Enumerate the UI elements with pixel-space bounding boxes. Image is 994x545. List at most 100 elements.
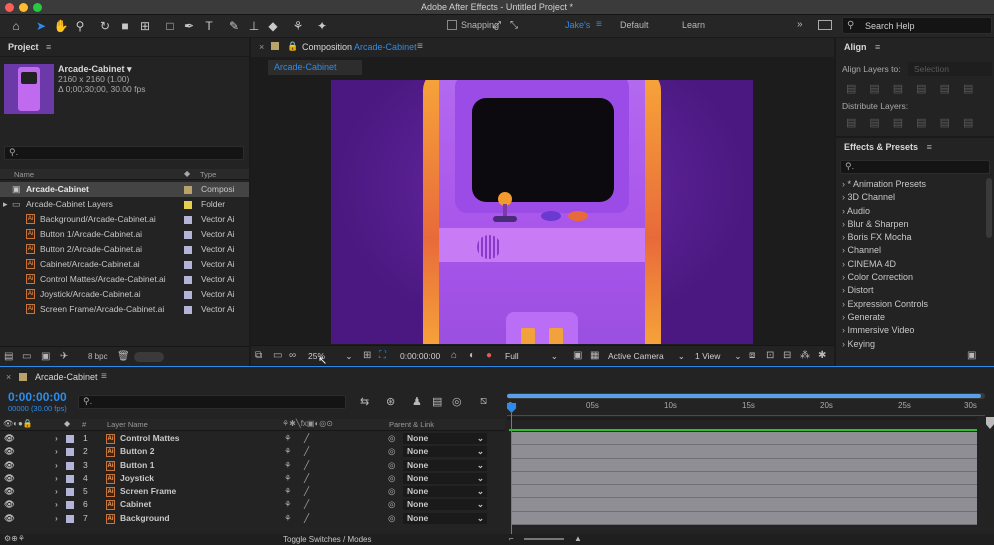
pick-whip-icon[interactable]: ◎	[388, 445, 395, 458]
effects-category[interactable]: › Boris FX Mocha	[836, 231, 986, 244]
effects-category[interactable]: › Color Correction	[836, 271, 986, 284]
shy-switch-icon[interactable]: ⚘	[284, 485, 292, 498]
shy-switch-icon[interactable]: ⚘	[284, 472, 292, 485]
layer-label-swatch[interactable]	[66, 488, 74, 497]
project-item-composition[interactable]: ▣ Arcade-Cabinet Composi	[0, 182, 249, 197]
parent-dropdown[interactable]: None ⌄	[403, 459, 487, 471]
expand-layer-switches-icon[interactable]: ⚙⊕⚘	[4, 534, 25, 543]
shy-switch-icon[interactable]: ⚘	[284, 459, 292, 472]
layer-name[interactable]: Cabinet	[120, 498, 151, 511]
motion-blur-icon[interactable]: ◎	[452, 395, 462, 408]
delete-icon[interactable]: 🗑	[117, 351, 130, 362]
new-preset-icon[interactable]: ▣	[967, 350, 976, 361]
pick-whip-icon[interactable]: ◎	[388, 472, 395, 485]
name-column-header[interactable]: Name	[14, 170, 34, 179]
type-tool-icon[interactable]: T	[201, 18, 217, 34]
toggle-switches-modes[interactable]: Toggle Switches / Modes	[283, 535, 372, 544]
mask-visibility-icon[interactable]: ⛶	[379, 350, 386, 361]
eye-icon[interactable]: 👁	[4, 512, 15, 525]
timeline-tab[interactable]: Arcade-Cabinet	[35, 372, 98, 382]
project-item-footage[interactable]: Ai Screen Frame/Arcade-Cabinet.ai Vector A…	[0, 302, 249, 317]
layer-name[interactable]: Button 2	[120, 445, 154, 458]
channel-icon[interactable]: ●	[486, 350, 492, 361]
time-navigator-end-icon[interactable]	[986, 417, 994, 429]
workspace-jakes[interactable]: Jake's	[565, 20, 590, 30]
shy-switch-icon[interactable]: ⚘	[284, 512, 292, 525]
label-color-swatch[interactable]	[184, 291, 192, 299]
layer-name-header[interactable]: Layer Name	[107, 420, 148, 429]
camera-dropdown[interactable]: Active Camera ⌄	[608, 351, 685, 362]
layer-duration-bar[interactable]	[512, 432, 977, 446]
panel-menu-icon[interactable]: ≡	[875, 42, 880, 52]
timeline-layer-row[interactable]: 👁 › 2 Ai Button 2 ⚘ ╱ ◎ None ⌄	[0, 445, 505, 458]
effects-category[interactable]: › Audio	[836, 205, 986, 218]
new-folder-icon[interactable]: ▭	[22, 351, 31, 362]
shy-switch-icon[interactable]: ⚘	[284, 498, 292, 511]
more-workspaces-icon[interactable]: »	[797, 19, 803, 30]
project-item-footage[interactable]: Ai Button 1/Arcade-Cabinet.ai Vector Ai	[0, 227, 249, 242]
shy-layers-icon[interactable]: ♟	[412, 395, 422, 408]
snap-option-2-icon[interactable]: ⤡	[506, 18, 522, 34]
workspace-default[interactable]: Default	[620, 20, 649, 30]
eraser-tool-icon[interactable]: ◆	[265, 18, 281, 34]
layer-duration-bar[interactable]	[512, 498, 977, 512]
brush-tool-icon[interactable]: ✎	[226, 18, 242, 34]
parent-dropdown[interactable]: None ⌄	[403, 512, 487, 524]
pick-whip-icon[interactable]: ◎	[388, 485, 395, 498]
expand-layer-icon[interactable]: ›	[55, 512, 58, 525]
draft-3d-icon[interactable]: ⊛	[386, 395, 395, 408]
effects-category[interactable]: › Generate	[836, 311, 986, 324]
timeline-layer-row[interactable]: 👁 › 1 Ai Control Mattes ⚘ ╱ ◎ None ⌄	[0, 432, 505, 445]
region-of-interest-icon[interactable]: ▣	[573, 350, 582, 361]
distribute-buttons-row[interactable]: ▤▤▤▤▤▤	[846, 116, 986, 129]
snapping-checkbox[interactable]	[447, 20, 457, 30]
fast-previews-icon[interactable]: ⊡	[766, 350, 774, 361]
layer-name[interactable]: Background	[120, 512, 170, 525]
adjust-settings-icon[interactable]: ✈	[60, 351, 68, 362]
expand-layer-icon[interactable]: ›	[55, 432, 58, 445]
zoom-tool-icon[interactable]: ⚲	[72, 18, 88, 34]
workspace-learn[interactable]: Learn	[682, 20, 705, 30]
pick-whip-icon[interactable]: ◎	[388, 512, 395, 525]
continuous-rasterize-icon[interactable]: ╱	[304, 445, 309, 458]
eye-icon[interactable]: 👁	[4, 472, 15, 485]
effects-category[interactable]: › Keying	[836, 338, 986, 350]
layer-label-swatch[interactable]	[66, 435, 74, 443]
layer-duration-bar[interactable]	[512, 511, 977, 526]
timeline-timecode[interactable]: 0:00:00:00	[8, 390, 67, 404]
effects-scrollbar[interactable]	[986, 178, 992, 238]
label-color-swatch[interactable]	[184, 246, 192, 254]
label-color-swatch[interactable]	[184, 186, 192, 194]
comp-mini-flowchart-icon[interactable]: ⇆	[360, 395, 369, 408]
effects-category[interactable]: › Immersive Video	[836, 324, 986, 337]
show-snapshot-icon[interactable]: ◐	[469, 350, 475, 361]
camera-tool-icon[interactable]: ■	[117, 18, 133, 34]
rotate-tool-icon[interactable]: ↻	[97, 18, 113, 34]
layer-label-swatch[interactable]	[66, 448, 74, 457]
effects-panel-header[interactable]: Effects & Presets ≡	[836, 138, 994, 157]
continuous-rasterize-icon[interactable]: ╱	[304, 512, 309, 525]
timeline-search-input[interactable]: ⚲.	[78, 395, 346, 409]
layer-label-swatch[interactable]	[66, 461, 74, 470]
parent-dropdown[interactable]: None ⌄	[403, 472, 487, 484]
display-icon[interactable]: ▭	[273, 350, 282, 361]
layer-label-swatch[interactable]	[66, 474, 74, 483]
toggle-pixel-icon[interactable]: ⧈	[749, 350, 755, 361]
pick-whip-icon[interactable]: ◎	[388, 498, 395, 511]
eye-icon[interactable]: 👁	[4, 485, 15, 498]
shy-switch-icon[interactable]: ⚘	[284, 432, 292, 445]
label-color-swatch[interactable]	[184, 201, 192, 209]
selection-tool-icon[interactable]: ➤	[33, 18, 49, 34]
snapshot-icon[interactable]: ⌂	[451, 350, 457, 361]
label-column-icon[interactable]: ◆	[64, 419, 70, 428]
parent-dropdown[interactable]: None ⌄	[403, 446, 487, 458]
av-features-icon[interactable]: 👁◐●🔒	[3, 419, 33, 428]
pick-whip-icon[interactable]: ◎	[388, 459, 395, 472]
graph-editor-icon[interactable]: ⧅	[480, 395, 487, 408]
puppet-pin-tool-icon[interactable]: ✦	[314, 18, 330, 34]
timeline-layer-row[interactable]: 👁 › 6 Ai Cabinet ⚘ ╱ ◎ None ⌄	[0, 498, 505, 511]
roto-brush-tool-icon[interactable]: ⚘	[290, 18, 306, 34]
layer-duration-bar[interactable]	[512, 458, 977, 472]
always-preview-icon[interactable]: ⧉	[255, 350, 262, 361]
zoom-window-button[interactable]	[33, 3, 42, 12]
